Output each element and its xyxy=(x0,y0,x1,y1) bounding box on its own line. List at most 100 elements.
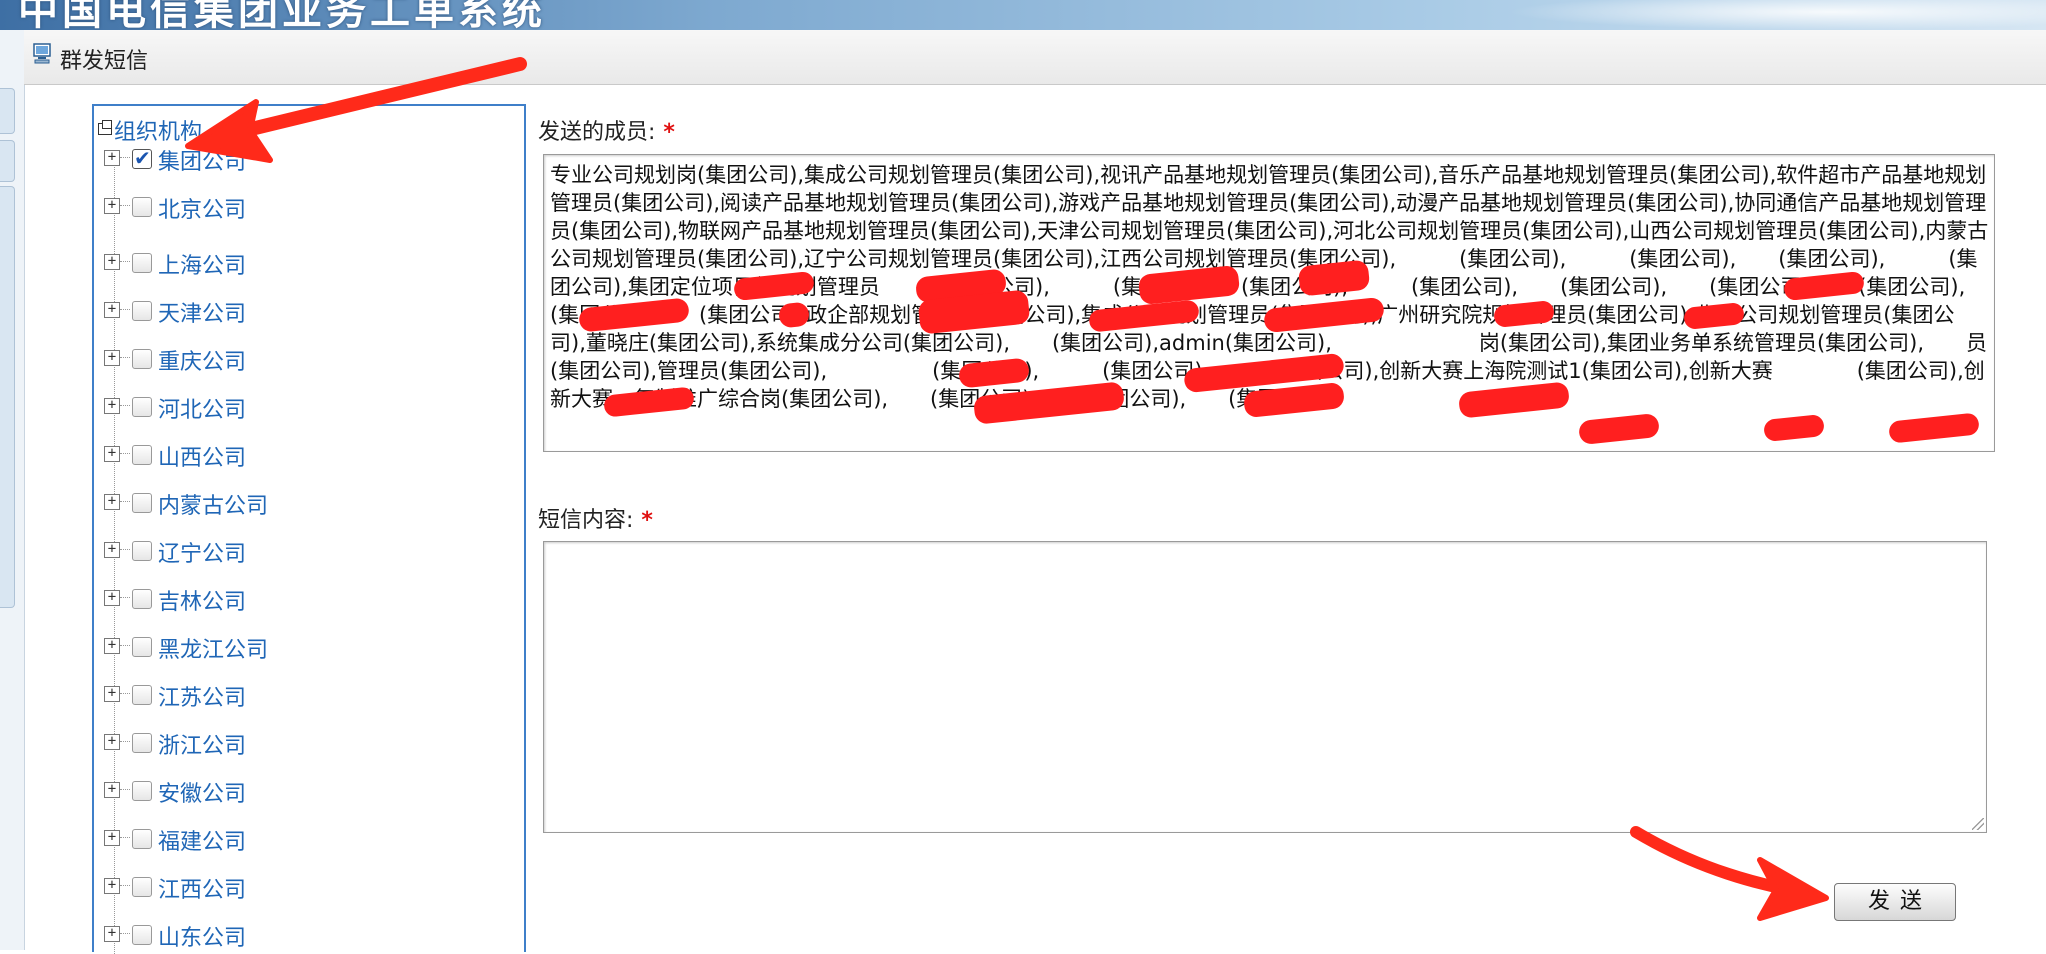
tree-node-checkbox[interactable] xyxy=(132,146,152,170)
tree-connector xyxy=(120,885,130,886)
tree-node[interactable]: + 山西公司 xyxy=(104,438,504,472)
expand-icon[interactable]: + xyxy=(104,542,120,558)
tree-node[interactable]: + 吉林公司 xyxy=(104,582,504,616)
expand-icon[interactable]: + xyxy=(104,926,120,942)
tree-node-checkbox[interactable] xyxy=(132,445,152,465)
annotation-arrow-icon xyxy=(1630,826,1812,899)
panel-divider xyxy=(524,104,526,950)
tree-node-checkbox[interactable] xyxy=(132,877,152,897)
tree-node-label[interactable]: 集团公司 xyxy=(158,144,246,176)
expand-icon[interactable]: + xyxy=(104,446,120,462)
collapse-icon[interactable] xyxy=(98,120,112,135)
tree-node-checkbox[interactable] xyxy=(132,197,152,217)
tree-connector xyxy=(120,693,130,694)
tree-node[interactable]: + 集团公司 xyxy=(104,142,504,176)
tree-node[interactable]: + 安徽公司 xyxy=(104,774,504,808)
expand-icon[interactable]: + xyxy=(104,830,120,846)
expand-icon[interactable]: + xyxy=(104,254,120,270)
tree-node[interactable]: + 辽宁公司 xyxy=(104,534,504,568)
tree-node-label[interactable]: 江苏公司 xyxy=(158,680,246,712)
tree-node-checkbox[interactable] xyxy=(132,493,152,513)
expand-icon[interactable]: + xyxy=(104,302,120,318)
tree-node[interactable]: + 山东公司 xyxy=(104,918,504,952)
tree-node-label[interactable]: 吉林公司 xyxy=(158,584,246,616)
tree-node-checkbox[interactable] xyxy=(132,349,152,369)
tree-node-checkbox[interactable] xyxy=(132,253,152,273)
tree-node-label[interactable]: 江西公司 xyxy=(158,872,246,904)
tree-node-checkbox[interactable] xyxy=(132,541,152,561)
tree-node[interactable]: + 上海公司 xyxy=(104,246,504,280)
tree-node-checkbox[interactable] xyxy=(132,781,152,801)
expand-icon[interactable]: + xyxy=(104,638,120,654)
expand-icon[interactable]: + xyxy=(104,494,120,510)
left-collapse-strip[interactable] xyxy=(0,30,25,950)
tree-node[interactable]: + 黑龙江公司 xyxy=(104,630,504,664)
tree-node-checkbox[interactable] xyxy=(132,637,152,657)
members-label-row: 发送的成员: * xyxy=(538,114,675,146)
tree-connector xyxy=(120,741,130,742)
tree-node-label[interactable]: 山西公司 xyxy=(158,440,246,472)
tree-node-checkbox[interactable] xyxy=(132,685,152,705)
tree-node-label[interactable]: 河北公司 xyxy=(158,392,246,424)
banner-decoration xyxy=(1506,0,2046,30)
expand-icon[interactable]: + xyxy=(104,350,120,366)
tree-node-label[interactable]: 福建公司 xyxy=(158,824,246,856)
tree-connector xyxy=(120,645,130,646)
tree-node[interactable]: + 河北公司 xyxy=(104,390,504,424)
tree-node[interactable]: + 江西公司 xyxy=(104,870,504,904)
expand-icon[interactable]: + xyxy=(104,398,120,414)
panel-header: 群发短信 xyxy=(24,30,2046,85)
tree-node-checkbox[interactable] xyxy=(132,589,152,609)
tree-connector xyxy=(120,157,130,158)
members-label: 发送的成员: xyxy=(538,120,656,145)
expand-icon[interactable]: + xyxy=(104,878,120,894)
tree-node-label[interactable]: 上海公司 xyxy=(158,248,246,280)
tree-node[interactable]: + 江苏公司 xyxy=(104,678,504,712)
tree-node[interactable]: + 重庆公司 xyxy=(104,342,504,376)
tree-node-checkbox[interactable] xyxy=(132,733,152,753)
resize-grip-icon[interactable] xyxy=(1972,818,1984,830)
tree-connector xyxy=(120,205,130,206)
tree-node-label[interactable]: 重庆公司 xyxy=(158,344,246,376)
content-label-row: 短信内容: * xyxy=(538,502,653,534)
sms-content-textarea[interactable] xyxy=(543,541,1987,833)
tree-node[interactable]: + 内蒙古公司 xyxy=(104,486,504,520)
strip-tab[interactable] xyxy=(0,140,15,182)
content-label: 短信内容: xyxy=(538,508,634,533)
app-banner: 中国电信集团业务工单系统 xyxy=(0,0,2046,34)
tree-connector xyxy=(120,453,130,454)
tree-node-label[interactable]: 辽宁公司 xyxy=(158,536,246,568)
tree-node-label[interactable]: 安徽公司 xyxy=(158,776,246,808)
tree-connector xyxy=(120,933,130,934)
tree-node-checkbox[interactable] xyxy=(132,397,152,417)
tree-node-checkbox[interactable] xyxy=(132,301,152,321)
expand-icon[interactable]: + xyxy=(104,198,120,214)
annotation-arrow-head-icon xyxy=(1757,857,1829,921)
org-tree: 组织机构 +集团公司+北京公司+上海公司+天津公司+重庆公司+河北公司+山西公司… xyxy=(92,104,526,954)
tree-node-checkbox[interactable] xyxy=(132,829,152,849)
page-title: 群发短信 xyxy=(60,49,149,74)
tree-connector xyxy=(120,549,130,550)
tree-connector xyxy=(120,405,130,406)
expand-icon[interactable]: + xyxy=(104,734,120,750)
expand-icon[interactable]: + xyxy=(104,686,120,702)
expand-icon[interactable]: + xyxy=(104,590,120,606)
tree-connector xyxy=(120,597,130,598)
tree-node[interactable]: + 北京公司 xyxy=(104,190,504,224)
tree-node-label[interactable]: 内蒙古公司 xyxy=(158,488,268,520)
tree-node[interactable]: + 浙江公司 xyxy=(104,726,504,760)
tree-node-label[interactable]: 山东公司 xyxy=(158,920,246,952)
strip-tab[interactable] xyxy=(0,186,15,608)
tree-node[interactable]: + 福建公司 xyxy=(104,822,504,856)
tree-node-label[interactable]: 黑龙江公司 xyxy=(158,632,268,664)
tree-node[interactable]: + 天津公司 xyxy=(104,294,504,328)
tree-node-label[interactable]: 北京公司 xyxy=(158,192,246,224)
strip-tab[interactable] xyxy=(0,88,15,134)
send-button[interactable]: 发送 xyxy=(1834,883,1956,921)
expand-icon[interactable]: + xyxy=(104,150,120,166)
tree-node-label[interactable]: 浙江公司 xyxy=(158,728,246,760)
members-textarea[interactable]: 专业公司规划岗(集团公司),集成公司规划管理员(集团公司),视讯产品基地规划管理… xyxy=(543,154,1995,452)
tree-node-label[interactable]: 天津公司 xyxy=(158,296,246,328)
expand-icon[interactable]: + xyxy=(104,782,120,798)
tree-node-checkbox[interactable] xyxy=(132,925,152,945)
